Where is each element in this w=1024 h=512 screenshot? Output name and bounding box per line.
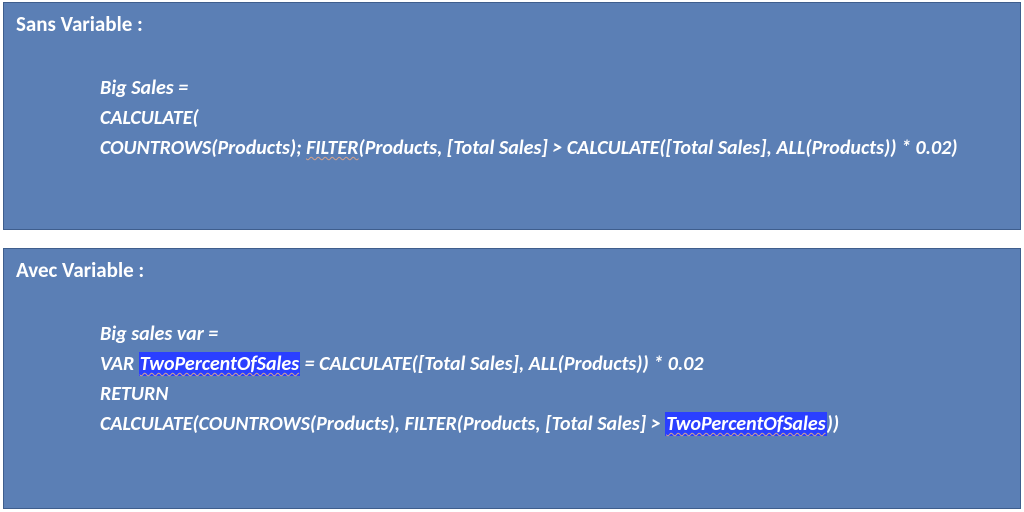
- code-line: RETURN: [100, 382, 168, 406]
- code-fragment: CALCULATE(COUNTROWS(Products), FILTER(Pr…: [100, 412, 665, 436]
- code-fragment: (Products, [Total Sales] > CALCULATE([To…: [358, 136, 957, 160]
- code-fragment: COUNTROWS(Products);: [100, 136, 306, 160]
- panel-sans-variable: Sans Variable : Big Sales = CALCULATE( C…: [3, 2, 1021, 230]
- code-fragment: )): [827, 412, 839, 436]
- code-fragment: = CALCULATE([Total Sales], ALL(Products)…: [300, 352, 703, 376]
- code-variable-highlight: TwoPercentOfSales: [665, 412, 826, 436]
- panel-heading: Avec Variable :: [4, 249, 1020, 283]
- code-line: CALCULATE(COUNTROWS(Products), FILTER(Pr…: [100, 412, 839, 436]
- panel-avec-variable: Avec Variable : Big sales var = VAR TwoP…: [3, 248, 1021, 509]
- panel-heading: Sans Variable :: [4, 3, 1020, 37]
- code-line: Big sales var =: [100, 322, 218, 346]
- code-variable-highlight: TwoPercentOfSales: [139, 352, 300, 376]
- code-line: VAR TwoPercentOfSales = CALCULATE([Total…: [100, 352, 703, 376]
- code-line: Big Sales =: [100, 76, 188, 100]
- code-block-avec: Big sales var = VAR TwoPercentOfSales = …: [4, 319, 1020, 439]
- code-fragment-wavy: FILTER: [306, 136, 358, 160]
- code-block-sans: Big Sales = CALCULATE( COUNTROWS(Product…: [4, 73, 1020, 163]
- slide-stage: Sans Variable : Big Sales = CALCULATE( C…: [0, 0, 1024, 512]
- code-fragment: VAR: [100, 352, 139, 376]
- code-line: CALCULATE(: [100, 106, 199, 130]
- code-line: COUNTROWS(Products); FILTER(Products, [T…: [100, 136, 957, 160]
